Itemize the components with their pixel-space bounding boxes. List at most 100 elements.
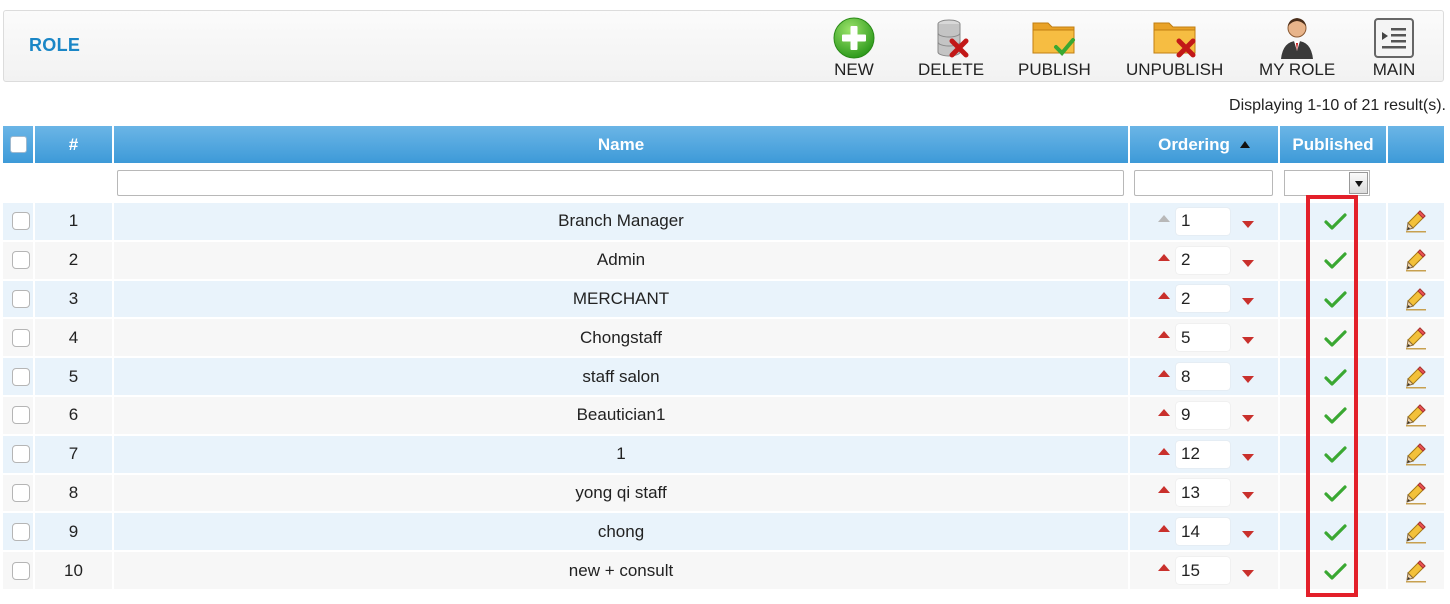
row-name[interactable]: staff salon [114, 357, 1128, 396]
ordering-control: 14 [1158, 512, 1254, 551]
table-row: 9 chong 14 [3, 512, 1444, 551]
row-checkbox[interactable] [12, 483, 30, 502]
pencil-icon [1406, 210, 1426, 233]
order-input[interactable]: 9 [1176, 401, 1230, 429]
row-checkbox[interactable] [12, 367, 30, 386]
row-checkbox[interactable] [12, 251, 30, 270]
row-number: 9 [68, 521, 79, 541]
order-input[interactable]: 13 [1176, 479, 1230, 507]
edit-button[interactable] [1388, 357, 1444, 396]
edit-button[interactable] [1388, 318, 1444, 357]
row-checkbox-cell [3, 512, 39, 551]
unpublish-button[interactable]: UNPUBLISH [1126, 15, 1223, 81]
row-checkbox[interactable] [12, 445, 30, 464]
move-up-icon[interactable] [1158, 370, 1170, 378]
pencil-icon [1406, 249, 1426, 272]
order-input[interactable]: 2 [1176, 246, 1230, 274]
order-input[interactable]: 5 [1176, 324, 1230, 352]
move-up-icon[interactable] [1158, 564, 1170, 572]
row-checkbox-cell [3, 318, 39, 357]
row-name[interactable]: Branch Manager [114, 202, 1128, 241]
order-input[interactable]: 8 [1176, 363, 1230, 391]
row-checkbox-cell [3, 357, 39, 396]
order-input[interactable]: 14 [1176, 518, 1230, 546]
edit-button[interactable] [1388, 241, 1444, 280]
row-checkbox-cell [3, 551, 39, 590]
delete-button[interactable]: DELETE [918, 15, 984, 81]
ordering-control: 2 [1158, 241, 1254, 280]
new-button-label: NEW [834, 60, 874, 79]
edit-button[interactable] [1388, 280, 1444, 319]
my-role-button[interactable]: MY ROLE [1259, 15, 1335, 81]
move-down-icon[interactable] [1242, 337, 1254, 345]
order-input[interactable]: 15 [1176, 557, 1230, 585]
publish-button[interactable]: PUBLISH [1018, 15, 1091, 81]
move-down-icon[interactable] [1242, 570, 1254, 578]
results-count: Displaying 1-10 of 21 result(s). [1229, 97, 1446, 114]
move-up-icon[interactable] [1158, 486, 1170, 494]
row-name[interactable]: 1 [114, 435, 1128, 474]
row-name[interactable]: yong qi staff [114, 474, 1128, 513]
row-checkbox[interactable] [12, 328, 30, 347]
select-all-checkbox[interactable] [9, 136, 27, 153]
header-name[interactable]: Name [114, 126, 1128, 163]
move-down-icon[interactable] [1242, 298, 1254, 306]
row-checkbox[interactable] [12, 212, 30, 231]
order-input[interactable]: 1 [1176, 207, 1230, 235]
pencil-icon [1406, 288, 1426, 311]
ordering-filter-input[interactable] [1134, 170, 1273, 196]
move-up-icon[interactable] [1158, 525, 1170, 533]
move-down-icon[interactable] [1242, 220, 1254, 228]
row-name[interactable]: new + consult [114, 551, 1128, 590]
move-down-icon[interactable] [1242, 492, 1254, 500]
header-actions [1388, 126, 1444, 163]
new-button[interactable]: NEW [830, 15, 878, 81]
move-down-icon[interactable] [1242, 453, 1254, 461]
row-checkbox-cell [3, 241, 39, 280]
name-filter-input[interactable] [117, 170, 1124, 196]
edit-button[interactable] [1388, 202, 1444, 241]
edit-button[interactable] [1388, 435, 1444, 474]
row-number: 6 [68, 405, 79, 425]
row-checkbox-cell [3, 474, 39, 513]
move-up-icon[interactable] [1158, 408, 1170, 416]
table-row: 1 Branch Manager 1 [3, 202, 1444, 241]
move-up-icon[interactable] [1158, 331, 1170, 339]
edit-button[interactable] [1388, 396, 1444, 435]
row-checkbox[interactable] [12, 406, 30, 425]
move-down-icon[interactable] [1242, 376, 1254, 384]
row-name[interactable]: Chongstaff [114, 318, 1128, 357]
row-name[interactable]: MERCHANT [114, 280, 1128, 319]
header-ordering[interactable]: Ordering [1130, 126, 1278, 163]
edit-button[interactable] [1388, 512, 1444, 551]
order-input[interactable]: 12 [1176, 440, 1230, 468]
edit-button[interactable] [1388, 551, 1444, 590]
order-input[interactable]: 2 [1176, 285, 1230, 313]
row-number: 7 [68, 444, 79, 464]
row-name[interactable]: Beautician1 [114, 396, 1128, 435]
row-name[interactable]: Admin [114, 241, 1128, 280]
table-row: 2 Admin 2 [3, 241, 1444, 280]
move-down-icon[interactable] [1242, 414, 1254, 422]
row-checkbox[interactable] [12, 289, 30, 308]
move-up-icon[interactable] [1158, 292, 1170, 300]
folder-check-icon [1032, 22, 1076, 56]
header-ordering-label: Ordering [1158, 134, 1230, 154]
move-up-icon[interactable] [1158, 447, 1170, 455]
move-down-icon[interactable] [1242, 259, 1254, 267]
table-row: 3 MERCHANT 2 [3, 280, 1444, 319]
row-name[interactable]: chong [114, 512, 1128, 551]
move-up-icon[interactable] [1158, 253, 1170, 261]
row-number: 10 [64, 560, 83, 580]
table-row: 10 new + consult 15 [3, 551, 1444, 590]
published-filter-select[interactable] [1284, 170, 1370, 196]
header-published[interactable]: Published [1280, 126, 1386, 163]
row-checkbox[interactable] [12, 561, 30, 580]
pencil-icon [1406, 327, 1426, 350]
pencil-icon [1406, 559, 1426, 583]
main-button[interactable]: MAIN [1370, 15, 1418, 81]
edit-button[interactable] [1388, 474, 1444, 513]
move-down-icon[interactable] [1242, 531, 1254, 539]
row-checkbox[interactable] [12, 522, 30, 541]
filter-row [3, 168, 1444, 198]
